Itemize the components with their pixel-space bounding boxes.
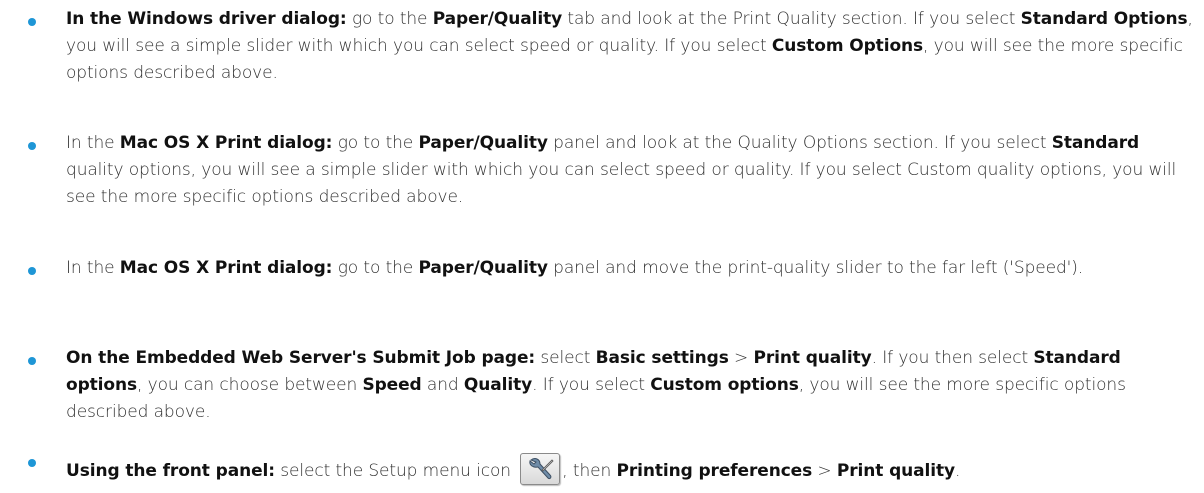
bold-text-run: Paper/Quality (418, 258, 548, 278)
bullet-icon (28, 18, 36, 26)
bold-text-run: On the Embedded Web Server's Submit Job … (66, 348, 536, 368)
bullet-icon (28, 267, 36, 275)
text-run: , you can choose between (137, 375, 363, 395)
item-text: In the Mac OS X Print dialog: go to the … (66, 130, 1194, 211)
bold-text-run: Print quality (836, 461, 956, 481)
bold-text-run: Speed (362, 375, 422, 395)
bold-text-run: Basic settings (595, 348, 729, 368)
item-text: Using the front panel: select the Setup … (66, 453, 1194, 485)
text-run: In the (66, 258, 120, 278)
text-run: panel and move the print-quality slider … (547, 258, 1084, 278)
text-run: , then (562, 461, 617, 481)
bold-text-run: Paper/Quality (418, 133, 548, 153)
bold-text-run: Paper/Quality (432, 9, 563, 29)
bold-text-run: Mac OS X Print dialog: (119, 133, 333, 153)
text-run: and (421, 375, 464, 395)
bold-text-run: Printing preferences (616, 461, 813, 481)
text-run: panel and look at the Quality Options se… (547, 133, 1052, 153)
bullet-icon (28, 459, 36, 467)
bold-text-run: Print quality (753, 348, 872, 368)
bullet-icon (28, 357, 36, 365)
text-run: go to the (346, 9, 433, 29)
bold-text-run: Standard (1051, 133, 1140, 153)
bold-text-run: Standard Options (1020, 9, 1188, 29)
bold-text-run: Using the front panel: (66, 461, 275, 481)
bold-text-run: Mac OS X Print dialog: (119, 258, 333, 278)
text-run: go to the (332, 258, 419, 278)
text-run: > (812, 461, 837, 481)
text-run: select (535, 348, 596, 368)
item-text: In the Windows driver dialog: go to the … (66, 6, 1194, 87)
bold-text-run: Custom Options (771, 36, 924, 56)
text-run: tab and look at the Print Quality sectio… (562, 9, 1021, 29)
wrench-icon (520, 453, 561, 485)
text-run: . (955, 461, 961, 481)
text-run: . If you select (532, 375, 651, 395)
bold-text-run: Quality (463, 375, 533, 395)
item-text: On the Embedded Web Server's Submit Job … (66, 345, 1194, 426)
text-run: . If you then select (871, 348, 1034, 368)
item-text: In the Mac OS X Print dialog: go to the … (66, 255, 1194, 282)
bold-text-run: Custom options (650, 375, 799, 395)
text-run: In the (66, 133, 120, 153)
text-run: > (728, 348, 754, 368)
bullet-icon (28, 142, 36, 150)
text-run: go to the (332, 133, 419, 153)
text-run: quality options, you will see a simple s… (66, 160, 1177, 207)
text-run: select the Setup menu icon (274, 461, 517, 481)
bold-text-run: In the Windows driver dialog: (66, 9, 347, 29)
